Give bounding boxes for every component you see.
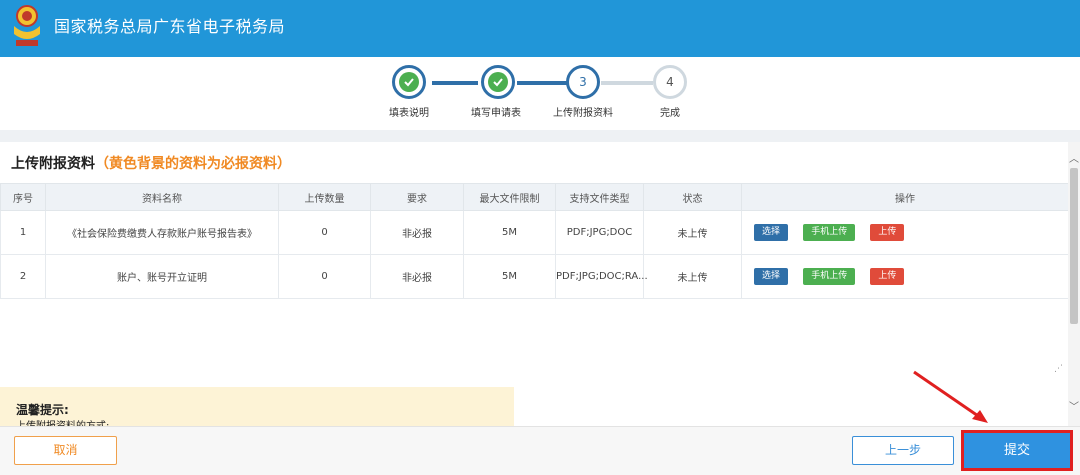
upload-count: 0 — [278, 254, 371, 299]
step-connector — [517, 81, 567, 85]
column-header: 序号 — [0, 183, 46, 211]
mobile-upload-button[interactable]: 手机上传 — [803, 224, 856, 241]
top-header: 国家税务总局广东省电子税务局 — [0, 0, 1080, 57]
check-icon — [399, 72, 419, 92]
column-header: 最大文件限制 — [463, 183, 556, 211]
document-name: 账户、账号开立证明 — [45, 254, 279, 299]
step-progress: 3 4 填表说明 填写申请表 上传附报资料 完成 — [0, 57, 1080, 130]
panel-title-text: 上传附报资料 — [11, 156, 95, 172]
header-title: 国家税务总局广东省电子税务局 — [54, 17, 286, 36]
mobile-upload-button[interactable]: 手机上传 — [803, 268, 856, 285]
section-divider — [0, 130, 1080, 142]
row-index: 2 — [0, 254, 46, 299]
step-1-label: 填表说明 — [389, 108, 429, 119]
required-note: （黄色背景的资料为必报资料） — [95, 156, 291, 172]
resize-grip-icon[interactable]: ⋰ — [1054, 364, 1063, 374]
upload-status: 未上传 — [643, 254, 742, 299]
step-2-circle — [481, 65, 515, 99]
scrollbar-thumb[interactable] — [1070, 168, 1078, 324]
requirement: 非必报 — [370, 254, 464, 299]
tax-bureau-emblem-icon — [14, 5, 40, 46]
upload-button[interactable]: 上传 — [870, 224, 905, 241]
table-row: 1 《社会保险费缴费人存款账户账号报告表》 0 非必报 5M PDF;JPG;D… — [0, 210, 1068, 255]
step-3-label: 上传附报资料 — [553, 108, 613, 119]
app-window: 国家税务总局广东省电子税务局 3 4 填表说明 填写申请表 上传附报资料 完成 … — [0, 0, 1080, 475]
upload-button[interactable]: 上传 — [870, 268, 905, 285]
step-2-label: 填写申请表 — [471, 108, 521, 119]
max-size: 5M — [463, 254, 556, 299]
table-header-row: 序号 资料名称 上传数量 要求 最大文件限制 支持文件类型 状态 操作 — [0, 183, 1068, 211]
select-button[interactable]: 选择 — [754, 224, 789, 241]
column-header: 操作 — [741, 183, 1068, 211]
tips-subtitle: 上传附报资料的方式: — [16, 417, 109, 426]
column-header: 支持文件类型 — [555, 183, 644, 211]
select-button[interactable]: 选择 — [754, 268, 789, 285]
row-actions: 选择 手机上传 上传 — [741, 254, 1068, 299]
step-4-label: 完成 — [660, 108, 680, 119]
footer-bar: 取消 上一步 提交 — [0, 426, 1080, 475]
attachments-table: 序号 资料名称 上传数量 要求 最大文件限制 支持文件类型 状态 操作 1 《社… — [0, 183, 1068, 299]
previous-step-button[interactable]: 上一步 — [852, 436, 954, 465]
file-types: PDF;JPG;DOC — [555, 210, 644, 255]
table-row: 2 账户、账号开立证明 0 非必报 5M PDF;JPG;DOC;RA... 未… — [0, 254, 1068, 299]
column-header: 资料名称 — [45, 183, 279, 211]
row-index: 1 — [0, 210, 46, 255]
annotation-arrow-icon — [913, 370, 988, 423]
step-connector — [601, 81, 653, 85]
step-4-circle: 4 — [653, 65, 687, 99]
step-connector — [432, 81, 478, 85]
step-3-circle: 3 — [566, 65, 600, 99]
cancel-button[interactable]: 取消 — [14, 436, 117, 465]
requirement: 非必报 — [370, 210, 464, 255]
document-name: 《社会保险费缴费人存款账户账号报告表》 — [45, 210, 279, 255]
file-types: PDF;JPG;DOC;RA... — [555, 254, 648, 299]
submit-button[interactable]: 提交 — [961, 430, 1073, 471]
column-header: 状态 — [643, 183, 742, 211]
column-header: 上传数量 — [278, 183, 371, 211]
step-1-circle — [392, 65, 426, 99]
upload-status: 未上传 — [643, 210, 742, 255]
column-header: 要求 — [370, 183, 464, 211]
upload-count: 0 — [278, 210, 371, 255]
scroll-up-icon[interactable]: ︿ — [1068, 150, 1080, 165]
scroll-down-icon[interactable]: ﹀ — [1068, 398, 1080, 413]
check-icon — [488, 72, 508, 92]
max-size: 5M — [463, 210, 556, 255]
tips-box: 温馨提示: 上传附报资料的方式: — [0, 387, 514, 426]
panel-title: 上传附报资料（黄色背景的资料为必报资料） — [11, 153, 291, 173]
row-actions: 选择 手机上传 上传 — [741, 210, 1068, 255]
tips-title: 温馨提示: — [16, 403, 69, 417]
